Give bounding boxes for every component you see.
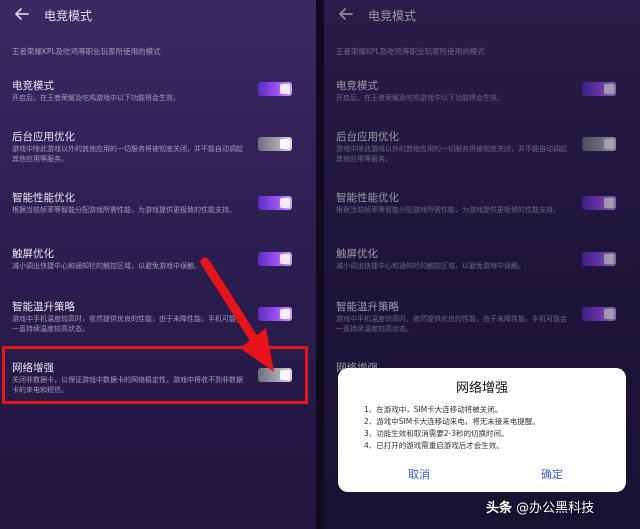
page-title: 电竞模式 [44, 9, 93, 23]
setting-desc: 游戏中手机温度较高时，依然提供优良的性能，由于未降性能，手机可能会一直持续温度较… [12, 315, 243, 333]
dialog-line: 2、游戏中SIM卡大连移动来电，将无未接来电提醒。 [364, 417, 540, 426]
phone-screen-left: 电竞模式 王者荣耀KPL及吃鸡等职业玩家所使用的模式 电竞模式 开启后，在王者荣… [0, 0, 316, 529]
confirm-button[interactable]: 确定 [541, 466, 563, 482]
setting-title: 智能温升策略 [12, 301, 75, 313]
smart-thermal-toggle[interactable] [258, 307, 292, 321]
dialog-content: 1、在游戏中，SIM卡大连移动将被关闭。 2、游戏中SIM卡大连移动来电，将无未… [364, 404, 620, 452]
setting-background-app-optimization: 后台应用优化 游戏中除此游戏以外的其他应用的一切服务将被彻底关闭，并不能自动调起… [0, 129, 316, 189]
esports-mode-toggle[interactable] [258, 82, 292, 96]
watermark-handle: @办公黑科技 [516, 501, 595, 516]
setting-title: 触屏优化 [12, 248, 54, 260]
highlight-box [2, 346, 308, 404]
back-arrow-icon[interactable] [12, 4, 32, 24]
setting-title: 智能性能优化 [12, 192, 75, 204]
dialog-line: 1、在游戏中，SIM卡大连移动将被关闭。 [364, 405, 503, 414]
title-bar: 电竞模式 [0, 0, 316, 30]
setting-smart-performance: 智能性能优化 根据当前帧率等智能分配游戏所需性能，为游戏提供更极致的性能支持。 [0, 190, 316, 250]
dialog-title: 网络增强 [455, 381, 508, 396]
setting-desc: 根据当前帧率等智能分配游戏所需性能，为游戏提供更极致的性能支持。 [12, 206, 236, 214]
setting-desc: 开启后，在王者荣耀及吃鸡游戏中以下功能将会生效。 [12, 94, 180, 102]
watermark-prefix: 头条 [486, 501, 513, 516]
page-subtitle: 王者荣耀KPL及吃鸡等职业玩家所使用的模式 [12, 47, 161, 56]
setting-desc: 减小调出快捷中心和通知栏的触控区域，以避免游戏中误触。 [12, 262, 201, 270]
background-app-optimization-toggle[interactable] [258, 137, 292, 151]
setting-title: 后台应用优化 [12, 131, 75, 143]
setting-title: 电竞模式 [12, 80, 54, 92]
touch-optimization-toggle[interactable] [258, 252, 292, 266]
screen-divider [316, 0, 324, 529]
setting-touch-optimization: 触屏优化 减小调出快捷中心和通知栏的触控区域，以避免游戏中误触。 [0, 246, 316, 306]
phone-screen-right: 电竞模式 王者荣耀KPL及吃鸡等职业玩家所使用的模式 电竞模式 开启后，在王者荣… [324, 0, 640, 529]
cancel-button[interactable]: 取消 [408, 466, 430, 482]
dialog-line: 4、已打开的游戏需重启游戏后才会生效。 [364, 441, 504, 450]
network-boost-dialog: 网络增强 1、在游戏中，SIM卡大连移动将被关闭。 2、游戏中SIM卡大连移动来… [338, 368, 626, 492]
setting-desc: 游戏中除此游戏以外的其他应用的一切服务将被彻底关闭，并不能自动调起其他应用等服务… [12, 145, 243, 163]
watermark: 头条 @办公黑科技 [486, 497, 594, 516]
smart-performance-toggle[interactable] [258, 196, 292, 210]
dialog-line: 3、功能生效和取消需要2-3秒的切换时间。 [364, 429, 509, 438]
